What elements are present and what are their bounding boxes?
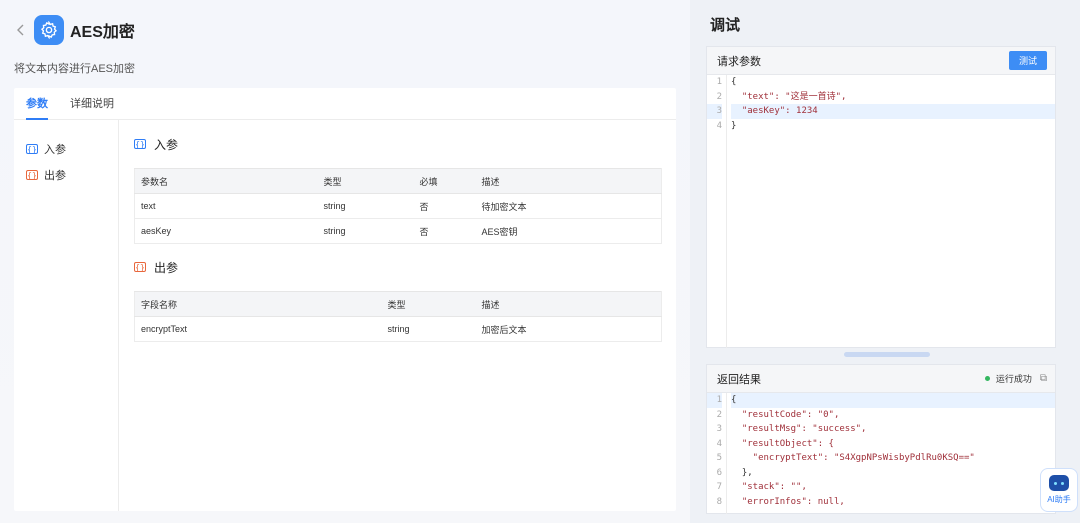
column-header: 字段名称 bbox=[134, 291, 382, 317]
code-line: "resultMsg": "success", bbox=[731, 424, 867, 434]
copy-icon[interactable]: ⧉ bbox=[1040, 373, 1047, 384]
line-number: 4 bbox=[716, 120, 722, 131]
table-cell: text bbox=[134, 193, 318, 219]
side-nav-item-input[interactable]: {} 入参 bbox=[14, 138, 118, 160]
debug-pane: 调试 请求参数 测试 1 2 3 4 { "text": "这是一首诗", "a… bbox=[690, 0, 1080, 523]
code-line: "resultCode": "0", bbox=[731, 409, 840, 420]
content-card: 参数 详细说明 {} 入参 {} 出参 {} 入参 参数名 类型 必填 描述 t… bbox=[14, 88, 676, 511]
response-panel-header: 返回结果 运行成功 ⧉ bbox=[707, 365, 1055, 393]
section-title-text: 入参 bbox=[154, 137, 179, 152]
tab-details[interactable]: 详细说明 bbox=[70, 95, 114, 119]
side-nav: {} 入参 {} 出参 bbox=[14, 120, 119, 511]
robot-icon bbox=[1049, 475, 1069, 491]
back-arrow-icon[interactable] bbox=[14, 23, 28, 37]
code-body: { "resultCode": "0", "resultMsg": "succe… bbox=[731, 393, 1055, 509]
pane-resize-handle[interactable] bbox=[844, 352, 930, 357]
code-line: "text": "这是一首诗", bbox=[731, 91, 847, 102]
column-header: 类型 bbox=[317, 168, 414, 194]
tab-params[interactable]: 参数 bbox=[26, 95, 48, 120]
table-cell: 待加密文本 bbox=[475, 193, 662, 219]
page-header: AES加密 bbox=[14, 14, 135, 46]
request-code-editor[interactable]: 1 2 3 4 { "text": "这是一首诗", "aesKey": 123… bbox=[707, 75, 1055, 348]
section-title-text: 出参 bbox=[154, 260, 179, 275]
run-status: 运行成功 ⧉ bbox=[984, 372, 1047, 385]
ai-assistant-label: AI助手 bbox=[1047, 495, 1071, 504]
request-panel-title: 请求参数 bbox=[717, 55, 761, 68]
line-number: 7 bbox=[716, 482, 722, 492]
column-header: 描述 bbox=[475, 291, 662, 317]
code-line: "errorInfos": null, bbox=[731, 496, 845, 507]
input-section-title: {} 入参 bbox=[134, 134, 178, 154]
table-cell: string bbox=[317, 193, 414, 219]
response-code-viewer[interactable]: 1 2 3 4 5 6 7 8 { "resultCode": "0", "re… bbox=[707, 393, 1055, 514]
debug-title: 调试 bbox=[710, 17, 741, 34]
table-header-row: 参数名 类型 必填 描述 bbox=[134, 168, 662, 194]
table-cell: aesKey bbox=[134, 218, 318, 244]
table-row: encryptText string 加密后文本 bbox=[134, 316, 662, 342]
code-line: } bbox=[731, 120, 737, 131]
table-cell: string bbox=[317, 218, 414, 244]
request-panel-header: 请求参数 测试 bbox=[707, 47, 1055, 75]
table-row: text string 否 待加密文本 bbox=[134, 193, 662, 219]
side-nav-item-label: 出参 bbox=[44, 170, 66, 182]
status-text: 运行成功 bbox=[995, 374, 1032, 384]
line-number: 2 bbox=[716, 91, 722, 102]
code-line: "stack": "", bbox=[731, 482, 807, 492]
code-line: { bbox=[731, 77, 737, 87]
line-number: 4 bbox=[716, 438, 722, 449]
line-number: 3 bbox=[716, 424, 722, 434]
table-cell: string bbox=[381, 316, 476, 342]
test-button[interactable]: 测试 bbox=[1008, 51, 1047, 70]
table-row: aesKey string 否 AES密钥 bbox=[134, 218, 662, 244]
line-number: 5 bbox=[716, 453, 722, 463]
response-panel: 返回结果 运行成功 ⧉ 1 2 3 4 5 6 7 8 { "resultCod… bbox=[706, 364, 1056, 514]
code-line: "encryptText": "S4XgpNPsWisbyPdlRu0KSQ==… bbox=[731, 453, 975, 463]
column-header: 描述 bbox=[475, 168, 662, 194]
side-nav-item-output[interactable]: {} 出参 bbox=[14, 164, 118, 186]
output-section-title: {} 出参 bbox=[134, 257, 178, 277]
code-line: "aesKey": 1234 bbox=[731, 104, 1055, 119]
column-header: 类型 bbox=[381, 291, 476, 317]
request-panel: 请求参数 测试 1 2 3 4 { "text": "这是一首诗", "aesK… bbox=[706, 46, 1056, 348]
gear-icon bbox=[34, 15, 64, 45]
input-param-icon: {} bbox=[134, 139, 146, 149]
table-cell: 加密后文本 bbox=[475, 316, 662, 342]
column-header: 必填 bbox=[413, 168, 476, 194]
output-param-icon: {} bbox=[26, 170, 38, 180]
table-cell: AES密钥 bbox=[475, 218, 662, 244]
response-panel-title: 返回结果 bbox=[717, 373, 761, 386]
input-param-icon: {} bbox=[26, 144, 38, 154]
ai-assistant-button[interactable]: AI助手 bbox=[1040, 468, 1078, 512]
output-params-table: 字段名称 类型 描述 encryptText string 加密后文本 bbox=[134, 291, 662, 342]
page-subtitle: 将文本内容进行AES加密 bbox=[14, 63, 136, 75]
table-cell: encryptText bbox=[134, 316, 382, 342]
line-number: 6 bbox=[716, 467, 722, 478]
line-number: 1 bbox=[716, 77, 722, 87]
table-cell: 否 bbox=[413, 218, 476, 244]
code-line: }, bbox=[731, 467, 753, 478]
side-nav-item-label: 入参 bbox=[44, 144, 66, 156]
line-number: 1 bbox=[707, 393, 722, 408]
output-param-icon: {} bbox=[134, 262, 146, 272]
code-body: { "text": "这是一首诗", "aesKey": 1234 } bbox=[731, 75, 1055, 133]
code-line: { bbox=[731, 393, 1055, 408]
line-number: 8 bbox=[716, 496, 722, 507]
table-header-row: 字段名称 类型 描述 bbox=[134, 291, 662, 317]
line-number-gutter: 1 2 3 4 bbox=[707, 75, 727, 348]
line-number-gutter: 1 2 3 4 5 6 7 8 bbox=[707, 393, 727, 514]
tab-bar: 参数 详细说明 bbox=[14, 88, 676, 120]
column-header: 参数名 bbox=[134, 168, 318, 194]
line-number: 3 bbox=[707, 104, 722, 119]
table-cell: 否 bbox=[413, 193, 476, 219]
success-dot-icon bbox=[984, 376, 990, 381]
code-line: "resultObject": { bbox=[731, 438, 834, 449]
left-pane: AES加密 将文本内容进行AES加密 参数 详细说明 {} 入参 {} 出参 {… bbox=[0, 0, 690, 523]
input-params-table: 参数名 类型 必填 描述 text string 否 待加密文本 aesKey bbox=[134, 168, 662, 244]
page-title: AES加密 bbox=[70, 24, 135, 41]
line-number: 2 bbox=[716, 409, 722, 420]
